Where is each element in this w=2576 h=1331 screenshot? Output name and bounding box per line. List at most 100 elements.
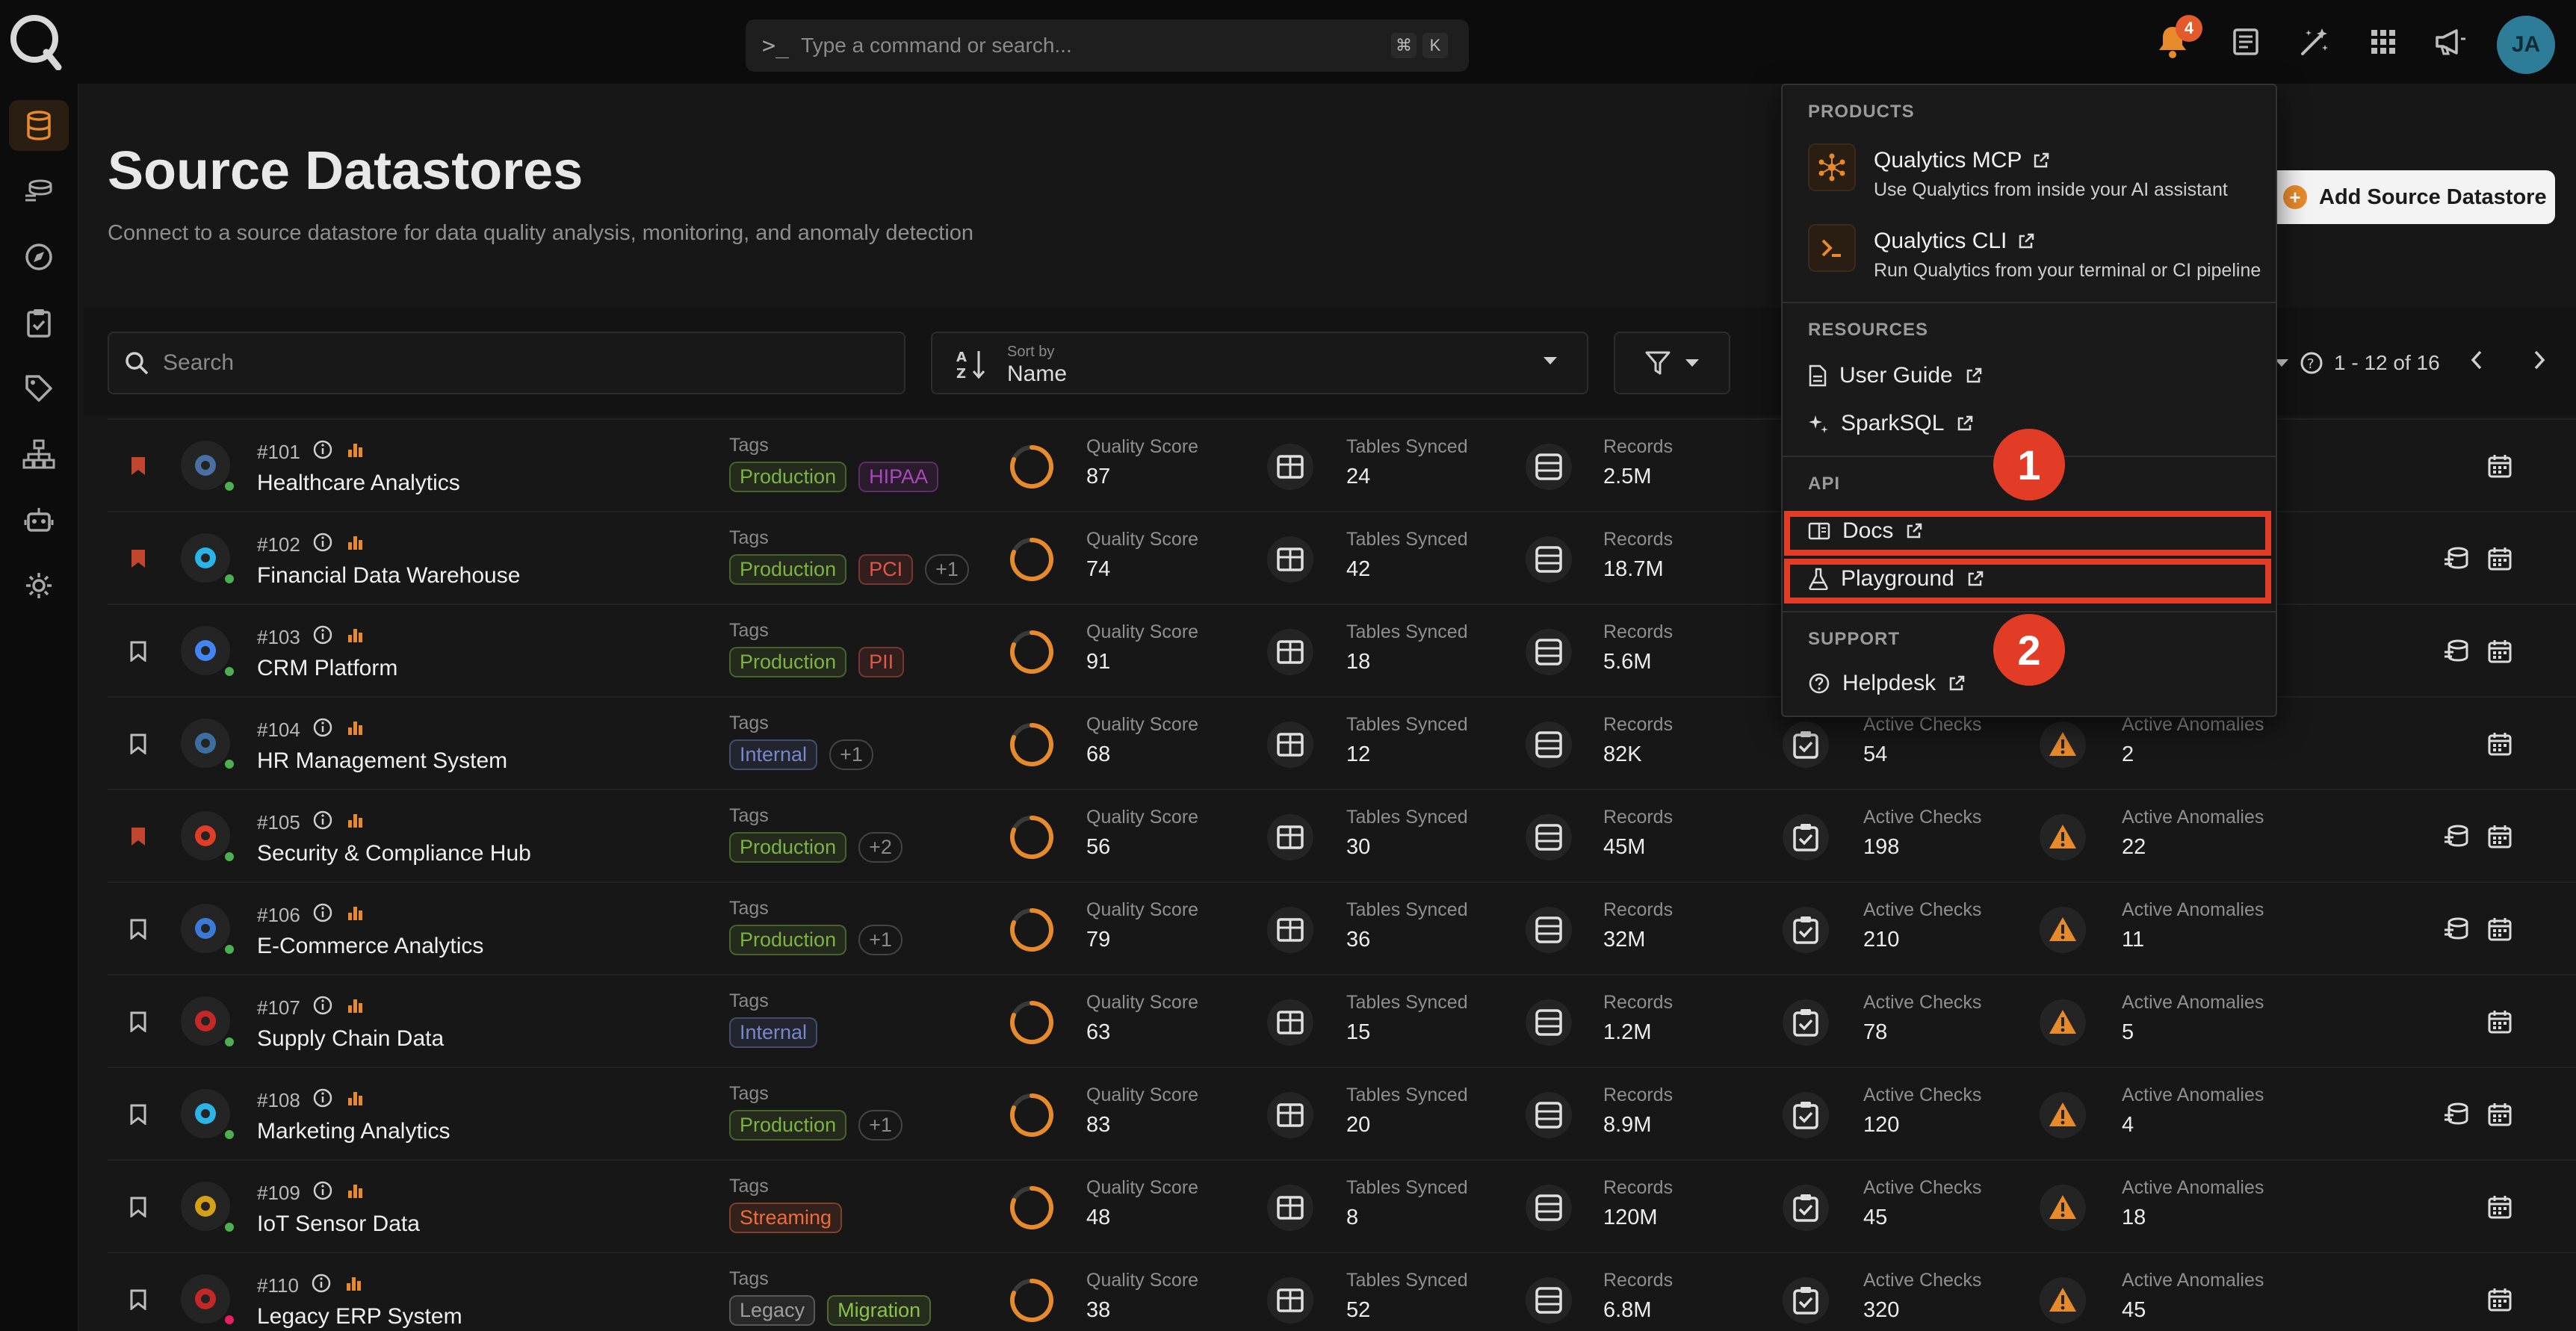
tag-chip[interactable]: +2 (858, 832, 902, 863)
info-icon[interactable] (312, 624, 333, 651)
table-row[interactable]: #109 IoT Sensor Data Tags Streaming Quality … (108, 1159, 2576, 1252)
tag-chip[interactable]: Streaming (729, 1203, 843, 1233)
datastore-name[interactable]: CRM Platform (257, 656, 397, 681)
menu-item-user-guide[interactable]: User Guide (1808, 363, 1983, 388)
tag-chip[interactable]: PII (858, 647, 905, 677)
tag-chip[interactable]: PCI (858, 554, 914, 585)
tag-chip[interactable]: Internal (729, 1017, 818, 1048)
menu-item-qualytics-mcp[interactable]: Qualytics MCP (1874, 148, 2050, 173)
bookmark-icon[interactable] (130, 456, 146, 477)
info-icon[interactable] (312, 810, 333, 836)
sidebar-item-settings[interactable] (9, 560, 69, 611)
sidebar-item-checks[interactable] (9, 297, 69, 348)
tag-chip[interactable]: +1 (829, 739, 873, 770)
sidebar-item-discover[interactable] (9, 232, 69, 282)
tag-chip[interactable]: Legacy (729, 1295, 816, 1326)
calendar-icon[interactable] (2485, 1099, 2515, 1129)
calendar-icon[interactable] (2485, 1285, 2515, 1315)
calendar-icon[interactable] (2485, 1192, 2515, 1222)
bookmark-icon[interactable] (130, 1197, 146, 1219)
add-source-datastore-button[interactable]: + Add Source Datastore (2268, 170, 2555, 224)
release-notes-icon[interactable] (2225, 21, 2267, 63)
table-row[interactable]: #107 Supply Chain Data Tags Internal Quality… (108, 974, 2576, 1067)
table-row[interactable]: #110 Legacy ERP System Tags Legacy Migration… (108, 1252, 2576, 1331)
sidebar-item-explore[interactable] (9, 166, 69, 217)
tag-chip[interactable]: Production (729, 647, 847, 677)
bookmark-icon[interactable] (130, 733, 146, 756)
bookmark-icon[interactable] (130, 548, 146, 569)
next-page-icon[interactable] (2533, 350, 2546, 376)
tag-chip[interactable]: Production (729, 462, 847, 492)
bookmark-icon[interactable] (130, 641, 146, 663)
table-row[interactable]: #106 E-Commerce Analytics Tags Production +1… (108, 881, 2576, 974)
sidebar-item-lineage[interactable] (9, 429, 69, 480)
menu-item-helpdesk[interactable]: Helpdesk (1808, 671, 1966, 696)
info-icon[interactable] (311, 1273, 332, 1299)
calendar-icon[interactable] (2485, 636, 2515, 666)
info-icon[interactable] (312, 1180, 333, 1206)
tag-chip[interactable]: HIPAA (858, 462, 939, 492)
calendar-icon[interactable] (2485, 1007, 2515, 1037)
apps-grid-icon[interactable] (2362, 21, 2404, 63)
info-icon[interactable] (312, 1088, 333, 1114)
datastore-name[interactable]: Legacy ERP System (257, 1304, 462, 1330)
datastore-name[interactable]: E-Commerce Analytics (257, 934, 483, 959)
sync-icon[interactable] (2442, 914, 2471, 944)
tag-chip[interactable]: Production (729, 554, 847, 585)
calendar-icon[interactable] (2485, 544, 2515, 574)
sidebar-item-agents[interactable] (9, 494, 69, 545)
bookmark-icon[interactable] (130, 1104, 146, 1126)
sync-icon[interactable] (2442, 636, 2471, 666)
calendar-icon[interactable] (2485, 451, 2515, 481)
datastore-name[interactable]: HR Management System (257, 748, 507, 774)
mcp-network-icon (1808, 143, 1856, 191)
sync-icon[interactable] (2442, 1099, 2471, 1129)
info-icon[interactable] (312, 717, 333, 743)
tag-list: Production PCI +1 (729, 554, 969, 585)
datastore-name[interactable]: Healthcare Analytics (257, 471, 460, 496)
datastore-name[interactable]: IoT Sensor Data (257, 1211, 420, 1237)
sidebar-item-tags[interactable] (9, 363, 69, 414)
sort-by-select[interactable]: AZ Sort by Name (931, 332, 1588, 394)
tag-chip[interactable]: Production (729, 1110, 847, 1141)
table-row[interactable]: #105 Security & Compliance Hub Tags Product… (108, 789, 2576, 881)
table-row[interactable]: #108 Marketing Analytics Tags Production +1 Q… (108, 1067, 2576, 1159)
prev-page-icon[interactable] (2470, 350, 2483, 376)
tag-chip[interactable]: +1 (925, 554, 969, 585)
user-avatar[interactable]: JA (2497, 16, 2555, 74)
datastore-name[interactable]: Supply Chain Data (257, 1026, 444, 1052)
calendar-icon[interactable] (2485, 914, 2515, 944)
search-input[interactable]: Search (108, 332, 905, 394)
sync-icon[interactable] (2442, 544, 2471, 574)
bookmark-icon[interactable] (130, 1011, 146, 1034)
sync-icon[interactable] (2442, 822, 2471, 851)
announcements-megaphone-icon[interactable] (2430, 21, 2471, 63)
tag-chip[interactable]: Production (729, 832, 847, 863)
bookmark-icon[interactable] (130, 826, 146, 847)
info-icon[interactable] (312, 532, 333, 558)
menu-item-sparksql[interactable]: SparkSQL (1808, 411, 1974, 436)
magic-wand-icon[interactable] (2294, 21, 2335, 63)
command-search-bar[interactable]: >_ Type a command or search... ⌘ K (746, 19, 1469, 72)
datastore-name[interactable]: Security & Compliance Hub (257, 841, 531, 866)
quality-icon (1007, 998, 1056, 1047)
filter-button[interactable] (1614, 332, 1730, 394)
info-icon[interactable] (312, 439, 333, 465)
info-icon[interactable] (312, 995, 333, 1021)
tag-chip[interactable]: Internal (729, 739, 818, 770)
info-icon[interactable] (312, 902, 333, 928)
tag-chip[interactable]: +1 (858, 925, 902, 955)
bookmark-icon[interactable] (130, 1289, 146, 1312)
qualytics-logo[interactable] (7, 10, 64, 71)
datastore-name[interactable]: Marketing Analytics (257, 1119, 450, 1144)
sidebar-item-datastores[interactable] (9, 100, 69, 151)
menu-item-qualytics-cli[interactable]: Qualytics CLI (1874, 229, 2035, 254)
calendar-icon[interactable] (2485, 822, 2515, 851)
calendar-icon[interactable] (2485, 729, 2515, 759)
help-circle-icon[interactable]: ? (2300, 351, 2323, 375)
bookmark-icon[interactable] (130, 919, 146, 941)
tag-chip[interactable]: +1 (858, 1110, 902, 1141)
tag-chip[interactable]: Production (729, 925, 847, 955)
tag-chip[interactable]: Migration (827, 1295, 932, 1326)
datastore-name[interactable]: Financial Data Warehouse (257, 563, 520, 589)
